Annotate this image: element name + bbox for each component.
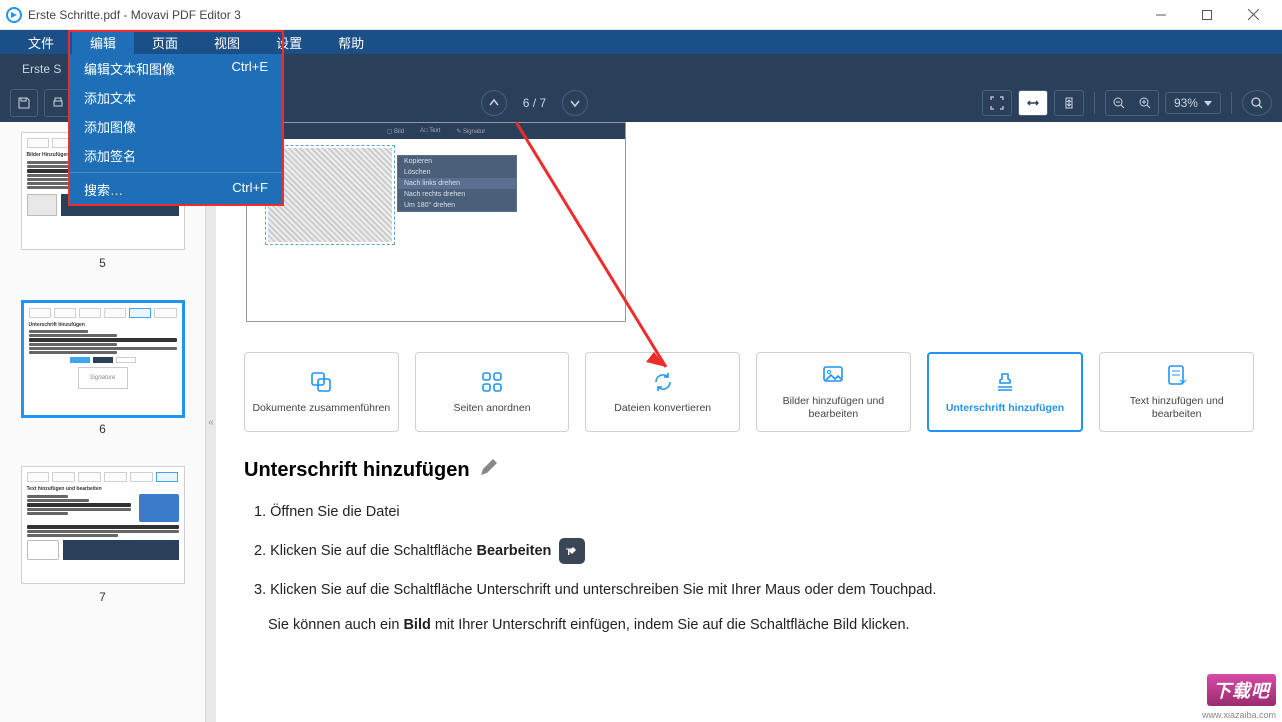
pen-icon bbox=[478, 456, 500, 484]
zoom-in-button[interactable] bbox=[1132, 91, 1158, 115]
zoom-out-button[interactable] bbox=[1106, 91, 1132, 115]
ctx-copy[interactable]: Kopieren bbox=[398, 156, 516, 167]
dd-add-text[interactable]: 添加文本 bbox=[70, 83, 282, 112]
menu-page[interactable]: 页面 bbox=[134, 30, 196, 54]
menu-help[interactable]: 帮助 bbox=[320, 30, 382, 54]
zoom-level[interactable]: 93% bbox=[1165, 92, 1221, 114]
save-button[interactable] bbox=[10, 89, 38, 117]
card-arrange[interactable]: Seiten anordnen bbox=[415, 352, 570, 432]
window-title: Erste Schritte.pdf - Movavi PDF Editor 3 bbox=[28, 8, 241, 22]
dd-add-signature[interactable]: 添加签名 bbox=[70, 141, 282, 170]
document-tab[interactable]: Erste S bbox=[12, 62, 71, 76]
main-content: ▢ Bild A□ Text ✎ Signatur Kopieren Lösch… bbox=[216, 122, 1282, 722]
ctx-rotate-180[interactable]: Um 180° drehen bbox=[398, 200, 516, 211]
card-convert[interactable]: Dateien konvertieren bbox=[585, 352, 740, 432]
page-down-button[interactable] bbox=[562, 90, 588, 116]
text-icon bbox=[1165, 363, 1189, 387]
page-preview: ▢ Bild A□ Text ✎ Signatur Kopieren Lösch… bbox=[246, 122, 626, 322]
action-cards: Dokumente zusammenführen Seiten anordnen… bbox=[216, 342, 1282, 456]
dd-search[interactable]: 搜索…Ctrl+F bbox=[70, 175, 282, 204]
page-indicator: 6 / 7 bbox=[517, 96, 552, 110]
thumbnail[interactable]: Text hinzufügen und bearbeiten bbox=[21, 466, 185, 584]
fit-page-button[interactable] bbox=[1054, 90, 1084, 116]
menu-settings[interactable]: 设置 bbox=[258, 30, 320, 54]
close-button[interactable] bbox=[1230, 0, 1276, 30]
stamp-icon bbox=[993, 370, 1017, 394]
titlebar: Erste Schritte.pdf - Movavi PDF Editor 3 bbox=[0, 0, 1282, 30]
panel-splitter[interactable]: « bbox=[206, 122, 216, 722]
dd-edit-text-image[interactable]: 编辑文本和图像Ctrl+E bbox=[70, 54, 282, 83]
page-up-button[interactable] bbox=[481, 90, 507, 116]
dd-add-image[interactable]: 添加图像 bbox=[70, 112, 282, 141]
step-3-sub: Sie können auch ein Bild mit Ihrer Unter… bbox=[244, 617, 1254, 633]
ctx-rotate-right[interactable]: Nach rechts drehen bbox=[398, 189, 516, 200]
ctx-delete[interactable]: Löschen bbox=[398, 167, 516, 178]
card-text[interactable]: Text hinzufügen und bearbeiten bbox=[1099, 352, 1254, 432]
thumbnail-panel: Bilder Hinzufügen 5 Unterschrift hinzufü… bbox=[0, 122, 206, 722]
menubar: 文件 编辑 页面 视图 设置 帮助 bbox=[0, 30, 1282, 54]
section-heading: Unterschrift hinzufügen bbox=[244, 456, 1254, 484]
minimize-button[interactable] bbox=[1138, 0, 1184, 30]
step-1: Öffnen Sie die Datei bbox=[254, 502, 1254, 522]
edit-dropdown: 编辑文本和图像Ctrl+E 添加文本 添加图像 添加签名 搜索…Ctrl+F bbox=[68, 54, 284, 206]
menu-edit[interactable]: 编辑 bbox=[72, 30, 134, 54]
image-context-menu: Kopieren Löschen Nach links drehen Nach … bbox=[397, 155, 517, 212]
watermark-logo: 下载吧 bbox=[1207, 674, 1276, 706]
step-2: Klicken Sie auf die Schaltfläche Bearbei… bbox=[254, 538, 1254, 564]
maximize-button[interactable] bbox=[1184, 0, 1230, 30]
image-icon bbox=[821, 363, 845, 387]
convert-icon bbox=[651, 370, 675, 394]
thumbnail-number: 7 bbox=[0, 590, 205, 604]
fit-width-button[interactable] bbox=[1018, 90, 1048, 116]
menu-file[interactable]: 文件 bbox=[10, 30, 72, 54]
selected-image[interactable] bbox=[265, 145, 395, 245]
edit-inline-icon: T bbox=[559, 538, 585, 564]
menu-view[interactable]: 视图 bbox=[196, 30, 258, 54]
grid-icon bbox=[480, 370, 504, 394]
card-merge[interactable]: Dokumente zusammenführen bbox=[244, 352, 399, 432]
card-signature[interactable]: Unterschrift hinzufügen bbox=[927, 352, 1084, 432]
app-logo-icon bbox=[6, 7, 22, 23]
thumbnail-number: 5 bbox=[0, 256, 205, 270]
ctx-rotate-left[interactable]: Nach links drehen bbox=[398, 178, 516, 189]
search-button[interactable] bbox=[1242, 90, 1272, 116]
watermark-url: www.xiazaiba.com bbox=[1202, 710, 1276, 720]
card-images[interactable]: Bilder hinzufügen und bearbeiten bbox=[756, 352, 911, 432]
thumbnail[interactable]: Unterschrift hinzufügen Signature bbox=[21, 300, 185, 418]
thumbnail-number: 6 bbox=[0, 422, 205, 436]
fullscreen-button[interactable] bbox=[982, 90, 1012, 116]
merge-icon bbox=[309, 370, 333, 394]
step-3: Klicken Sie auf die Schaltfläche Untersc… bbox=[254, 580, 1254, 600]
